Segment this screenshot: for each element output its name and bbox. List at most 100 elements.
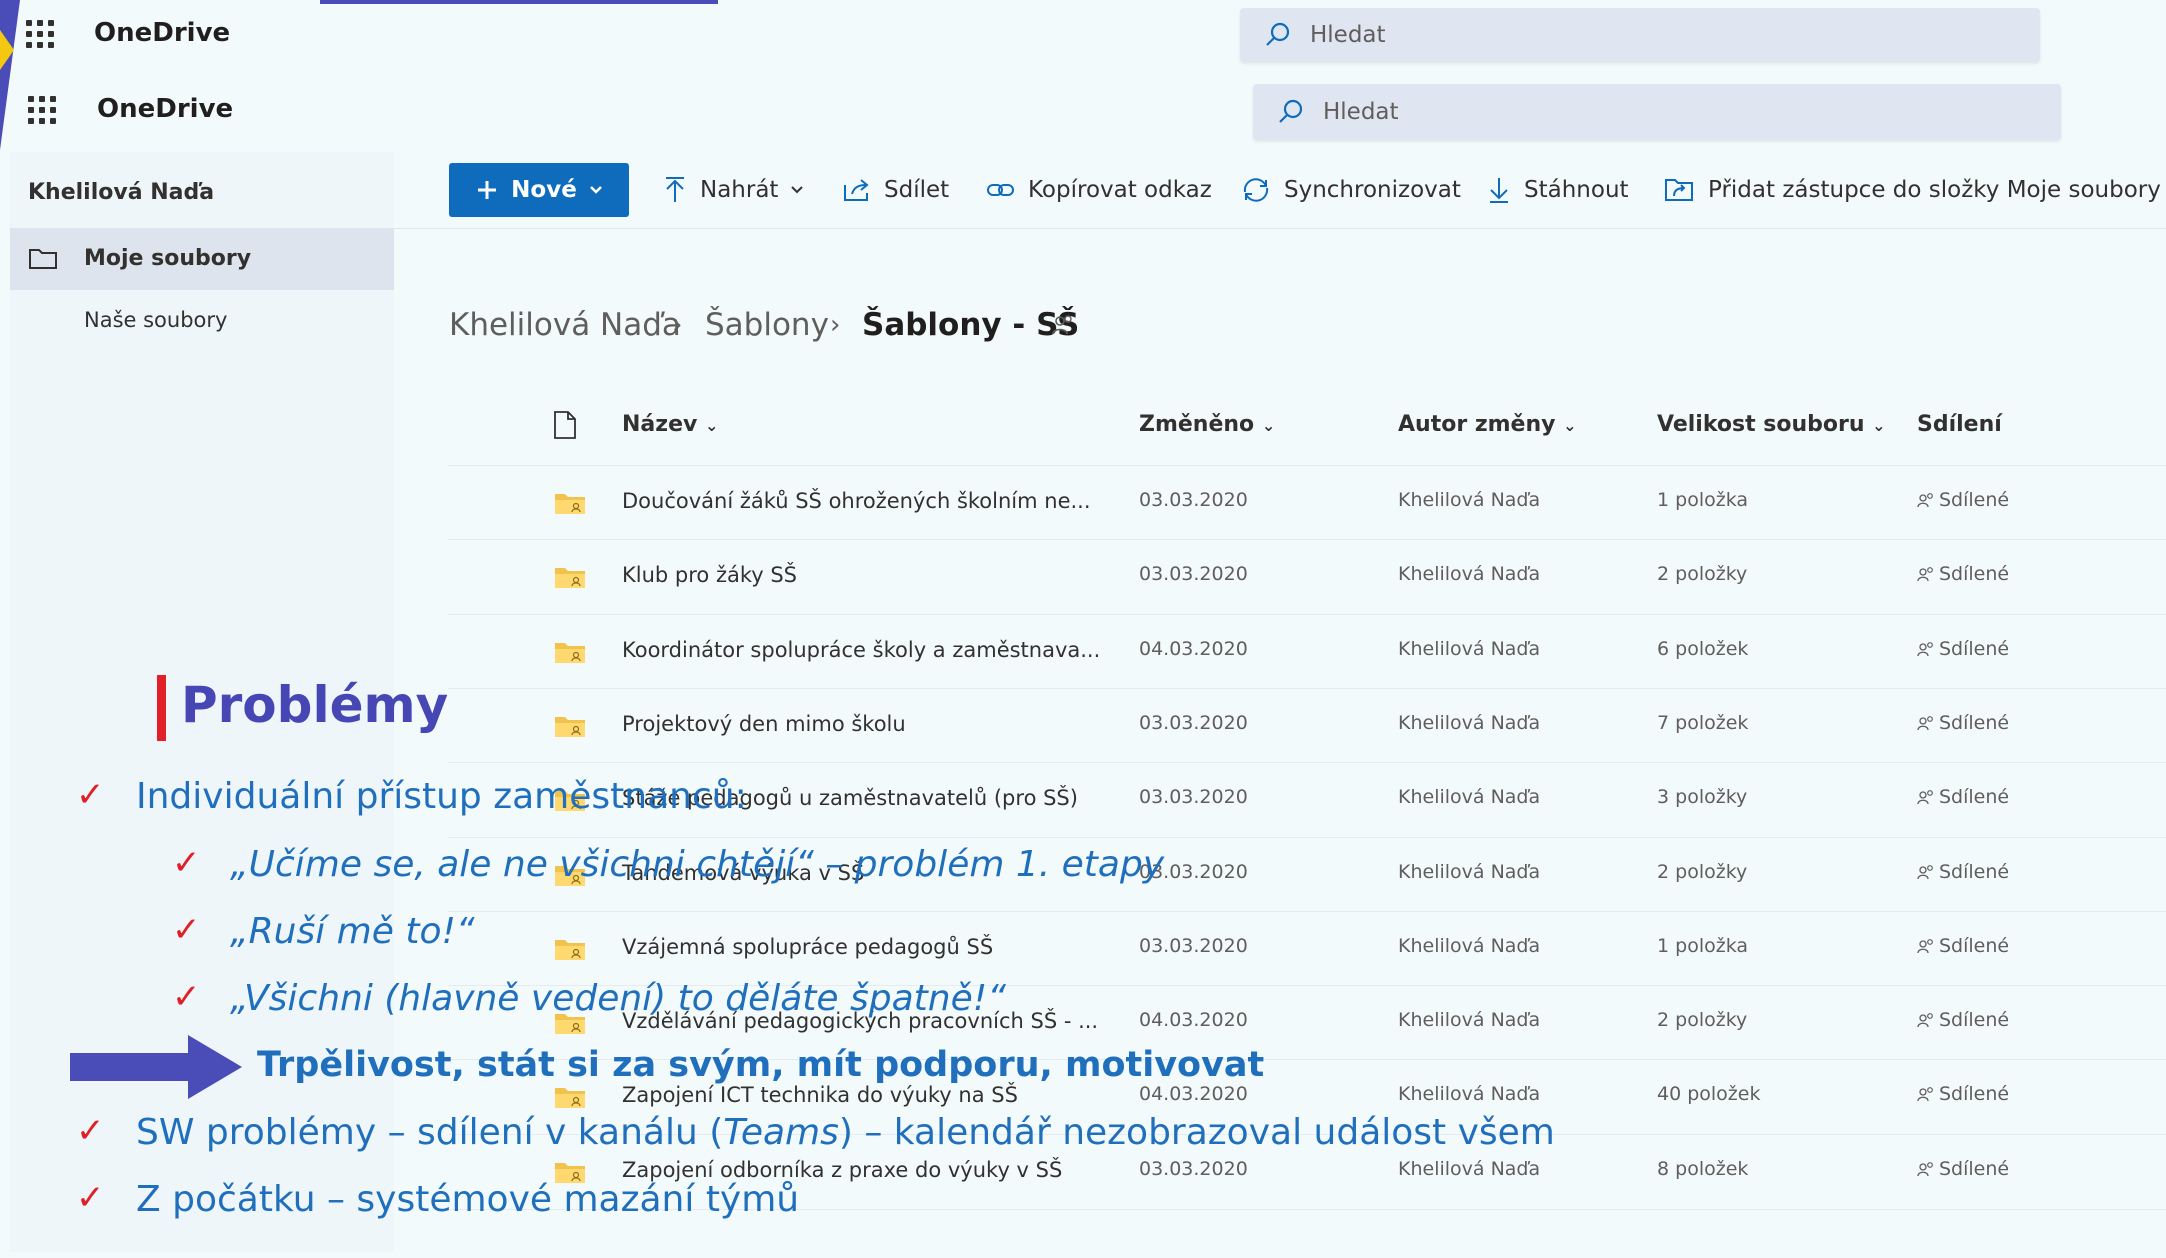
sharing-label: Sdílené xyxy=(1939,861,2010,883)
share-label: Sdílet xyxy=(884,177,950,203)
chevron-down-icon xyxy=(791,186,804,194)
breadcrumb-item-templates[interactable]: Šablony xyxy=(705,300,829,350)
column-header-modified[interactable]: Změněno ⌄ xyxy=(1139,412,1275,437)
sharing-label: Sdílené xyxy=(1939,1158,2010,1180)
search-box-secondary[interactable]: Hledat xyxy=(1253,84,2061,140)
slide-subbullet-2: „Ruší mě to!“ xyxy=(230,911,475,952)
sharing-label: Sdílené xyxy=(1939,1083,2010,1105)
check-icon: ✓ xyxy=(172,910,201,950)
shared-folder-icon xyxy=(555,494,585,514)
sidebar-item-our-files[interactable]: Naše soubory xyxy=(84,308,227,332)
arrow-right-icon xyxy=(70,1035,242,1099)
sharing-label: Sdílené xyxy=(1939,712,2010,734)
shared-folder-icon xyxy=(555,643,585,663)
link-icon xyxy=(987,184,1014,196)
file-name[interactable]: Vzájemná spolupráce pedagogů SŠ xyxy=(622,935,993,959)
copy-link-button[interactable]: Kopírovat odkaz xyxy=(986,162,1212,218)
file-size: 6 položek xyxy=(1657,638,1749,660)
share-button[interactable]: Sdílet xyxy=(842,162,949,218)
modified-date: 04.03.2020 xyxy=(1139,638,1248,660)
check-icon: ✓ xyxy=(76,1178,105,1218)
column-header-name[interactable]: Název ⌄ xyxy=(622,412,718,437)
sharing-status[interactable]: Sdílené xyxy=(1917,786,2009,808)
file-name[interactable]: Koordinátor spolupráce školy a zaměstnav… xyxy=(622,638,1100,662)
sharing-status[interactable]: Sdílené xyxy=(1917,638,2009,660)
app-title[interactable]: OneDrive xyxy=(94,18,230,48)
slide-title: Problémy xyxy=(181,676,449,734)
sharing-status[interactable]: Sdílené xyxy=(1917,935,2009,957)
sync-button[interactable]: Synchronizovat xyxy=(1240,162,1461,218)
new-button[interactable]: Nové xyxy=(449,163,629,217)
people-icon xyxy=(1917,716,1933,731)
upload-button[interactable]: Nahrát xyxy=(662,162,804,218)
modified-by: Khelilová Naďa xyxy=(1398,1009,1541,1031)
app-launcher-icon-secondary[interactable] xyxy=(28,96,56,124)
slide-subbullet-3: „Všichni (hlavně vedení) to děláte špatn… xyxy=(230,978,1006,1019)
title-accent-bar xyxy=(157,675,166,741)
search-icon xyxy=(1266,22,1290,46)
modified-date: 04.03.2020 xyxy=(1139,1009,1248,1031)
shared-folder-icon xyxy=(555,717,585,737)
file-size: 2 položky xyxy=(1657,861,1748,883)
modified-by: Khelilová Naďa xyxy=(1398,786,1541,808)
search-box[interactable]: Hledat xyxy=(1240,8,2040,62)
slide-bullet-1: Individuální přístup zaměstnanců: xyxy=(136,776,747,817)
column-header-sharing[interactable]: Sdílení xyxy=(1917,412,2002,437)
sharing-status[interactable]: Sdílené xyxy=(1917,1158,2009,1180)
breadcrumb-item-root[interactable]: Khelilová Naďa xyxy=(449,300,681,350)
file-type-icon[interactable] xyxy=(552,410,578,440)
nav-user-name[interactable]: Khelilová Naďa xyxy=(28,180,214,205)
file-size: 8 položek xyxy=(1657,1158,1749,1180)
add-shortcut-label: Přidat zástupce do složky Moje soubory xyxy=(1708,177,2161,203)
modified-date: 03.03.2020 xyxy=(1139,786,1248,808)
modified-date: 04.03.2020 xyxy=(1139,1083,1248,1105)
column-header-modified-by[interactable]: Autor změny ⌄ xyxy=(1398,412,1577,437)
file-name[interactable]: Projektový den mimo školu xyxy=(622,712,906,736)
file-size: 1 položka xyxy=(1657,489,1749,511)
add-shortcut-icon xyxy=(1665,179,1693,201)
people-icon xyxy=(1917,493,1933,508)
file-size: 1 položka xyxy=(1657,935,1749,957)
file-size: 2 položky xyxy=(1657,563,1748,585)
slide-bullet-3: Z počátku – systémové mazání týmů xyxy=(136,1179,800,1220)
folder-icon xyxy=(29,249,57,269)
column-header-size[interactable]: Velikost souboru ⌄ xyxy=(1657,412,1886,437)
sharing-status[interactable]: Sdílené xyxy=(1917,489,2009,511)
upload-icon xyxy=(666,177,684,202)
people-icon xyxy=(1917,1013,1933,1028)
modified-by: Khelilová Naďa xyxy=(1398,712,1541,734)
app-title-secondary[interactable]: OneDrive xyxy=(97,94,233,124)
modified-date: 03.03.2020 xyxy=(1139,489,1248,511)
sidebar-item-label: Moje soubory xyxy=(84,246,252,271)
download-button[interactable]: Stáhnout xyxy=(1486,162,1629,218)
share-icon xyxy=(844,179,869,201)
people-icon xyxy=(1917,939,1933,954)
upload-label: Nahrát xyxy=(700,177,779,203)
file-name[interactable]: Doučování žáků SŠ ohrožených školním ne.… xyxy=(622,489,1091,513)
sharing-label: Sdílené xyxy=(1939,638,2010,660)
check-icon: ✓ xyxy=(172,977,201,1017)
check-icon: ✓ xyxy=(76,1111,105,1151)
file-name[interactable]: Klub pro žáky SŠ xyxy=(622,563,797,587)
people-icon xyxy=(1917,865,1933,880)
modified-by: Khelilová Naďa xyxy=(1398,861,1541,883)
modified-date: 03.03.2020 xyxy=(1139,1158,1248,1180)
add-shortcut-button[interactable]: Přidat zástupce do složky Moje soubory xyxy=(1664,162,2161,218)
modified-by: Khelilová Naďa xyxy=(1398,489,1541,511)
sync-icon xyxy=(1243,178,1269,202)
sharing-status[interactable]: Sdílené xyxy=(1917,563,2009,585)
sharing-status[interactable]: Sdílené xyxy=(1917,861,2009,883)
file-name[interactable]: Zapojení ICT technika do výuky na SŠ xyxy=(622,1083,1018,1107)
sharing-status[interactable]: Sdílené xyxy=(1917,712,2009,734)
command-bar-divider xyxy=(394,228,2166,229)
file-size: 7 položek xyxy=(1657,712,1749,734)
app-launcher-icon[interactable] xyxy=(26,20,54,48)
breadcrumb-chevron-icon: › xyxy=(830,310,841,340)
sharing-status[interactable]: Sdílené xyxy=(1917,1009,2009,1031)
download-label: Stáhnout xyxy=(1524,177,1629,203)
sharing-label: Sdílené xyxy=(1939,563,2010,585)
sharing-status[interactable]: Sdílené xyxy=(1917,1083,2009,1105)
breadcrumb-chevron-icon: › xyxy=(672,310,683,340)
slide-top-bar xyxy=(320,0,718,4)
file-size: 2 položky xyxy=(1657,1009,1748,1031)
